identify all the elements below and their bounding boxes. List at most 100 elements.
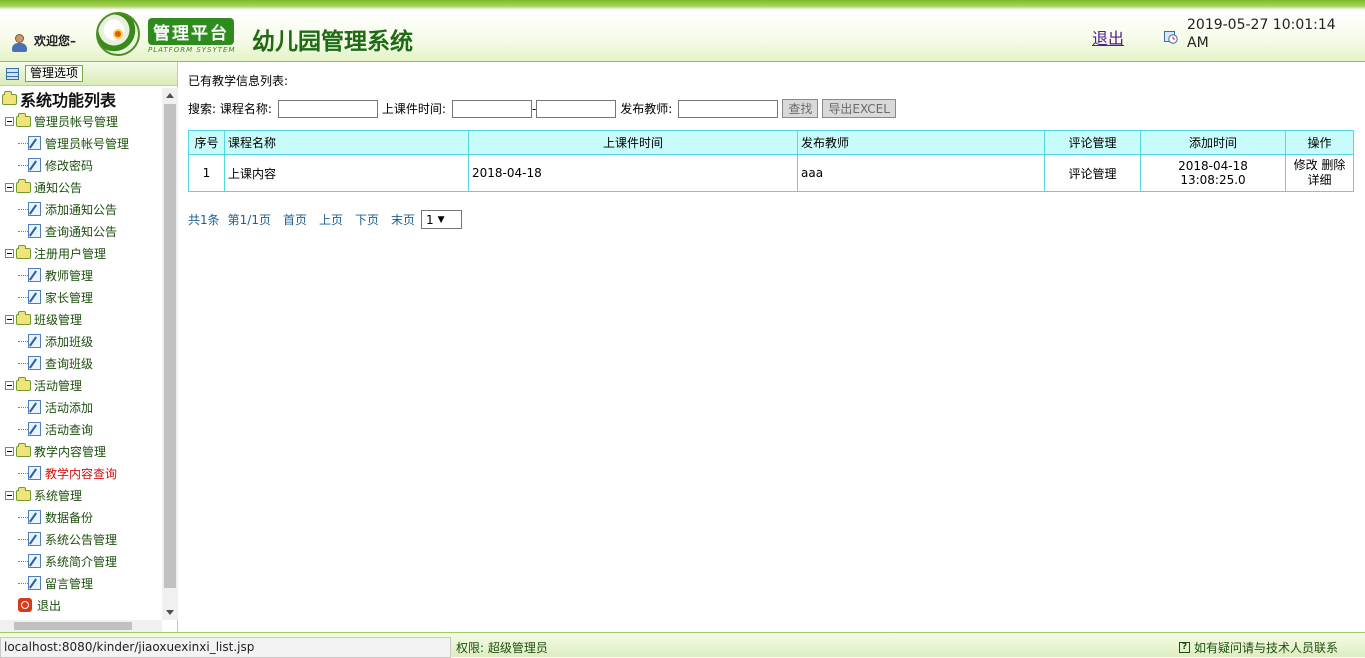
help-icon: ? [1179, 642, 1190, 653]
menu-item-label: 管理员帐号管理 [45, 136, 130, 151]
time-start-input[interactable] [451, 99, 532, 118]
sidebar-exit[interactable]: 退出 [0, 594, 162, 616]
group-admin-accounts[interactable]: 管理员帐号管理 [0, 110, 162, 132]
menu-item-query-class[interactable]: 查询班级 [0, 352, 162, 374]
edit-page-icon [28, 224, 41, 238]
dropdown-arrow-icon: ▼ [437, 214, 445, 225]
time-end-input[interactable] [536, 99, 617, 118]
group-teaching-content[interactable]: 教学内容管理 [0, 440, 162, 462]
group-label: 通知公告 [34, 180, 83, 195]
group-label: 班级管理 [34, 312, 83, 327]
menu-item-label: 活动添加 [45, 400, 94, 415]
scroll-thumb[interactable] [164, 104, 176, 588]
scroll-up-icon[interactable] [166, 93, 174, 98]
top-header: 欢迎您– 管理平台 PLATFORM SYSYTEM 幼儿园管理系统 退出 20… [0, 0, 1365, 62]
delete-link[interactable]: 删除 [1321, 158, 1345, 172]
menu-item-change-password[interactable]: 修改密码 [0, 154, 162, 176]
edit-link[interactable]: 修改 [1294, 158, 1318, 172]
column-header-course: 课程名称 [224, 130, 469, 155]
detail-link[interactable]: 详细 [1307, 173, 1331, 187]
current-datetime: 2019-05-27 10:01:14 AM [1187, 17, 1336, 51]
folder-icon [16, 244, 31, 259]
menu-item-label: 查询班级 [45, 356, 94, 371]
course-name-label: 搜索: 课程名称: [188, 102, 272, 116]
folder-icon [16, 178, 31, 193]
menu-item-teachers[interactable]: 教师管理 [0, 264, 162, 286]
folder-icon [16, 112, 31, 127]
pagination: 共1条 第1/1页 首页 上页 下页 末页 1 ▼ [188, 210, 462, 229]
edit-page-icon [28, 532, 41, 546]
page-select[interactable]: 1 ▼ [421, 210, 462, 229]
first-page-link[interactable]: 首页 [283, 211, 307, 228]
group-system[interactable]: 系统管理 [0, 484, 162, 506]
group-classes[interactable]: 班级管理 [0, 308, 162, 330]
menu-item-backup[interactable]: 数据备份 [0, 506, 162, 528]
column-header-no: 序号 [188, 130, 225, 155]
menu-item-system-notice[interactable]: 系统公告管理 [0, 528, 162, 550]
brand-logo: 管理平台 PLATFORM SYSYTEM [148, 18, 236, 54]
column-header-added: 添加时间 [1140, 130, 1286, 155]
menu-item-query-teaching-content[interactable]: 教学内容查询 [0, 462, 162, 484]
menu-item-add-class[interactable]: 添加班级 [0, 330, 162, 352]
collapse-icon[interactable] [5, 116, 14, 126]
folder-icon [16, 310, 31, 325]
menu-item-admin-accounts[interactable]: 管理员帐号管理 [0, 132, 162, 154]
menu-item-query-notice[interactable]: 查询通知公告 [0, 220, 162, 242]
cell-teacher: aaa [797, 154, 1045, 192]
help-text: 如有疑问请与技术人员联系 [1194, 641, 1339, 655]
comment-manage-link[interactable]: 评论管理 [1068, 167, 1116, 181]
welcome-text: 欢迎您– [34, 33, 77, 48]
group-label: 管理员帐号管理 [34, 114, 119, 129]
menu-item-label: 系统公告管理 [45, 532, 118, 547]
menu-item-query-activity[interactable]: 活动查询 [0, 418, 162, 440]
collapse-icon[interactable] [5, 490, 14, 500]
section-title: 已有教学信息列表: [188, 74, 289, 88]
collapse-icon[interactable] [5, 248, 14, 258]
sidebar-horizontal-scrollbar[interactable] [0, 620, 162, 632]
menu-item-label: 教师管理 [45, 268, 94, 283]
menu-item-add-notice[interactable]: 添加通知公告 [0, 198, 162, 220]
menu-item-label: 添加班级 [45, 334, 94, 349]
group-activities[interactable]: 活动管理 [0, 374, 162, 396]
menu-item-messages[interactable]: 留言管理 [0, 572, 162, 594]
find-button[interactable]: 查找 [782, 99, 819, 118]
group-label: 教学内容管理 [34, 444, 107, 459]
group-label: 注册用户管理 [34, 246, 107, 261]
scroll-down-icon[interactable] [166, 610, 174, 615]
grid-icon [6, 67, 19, 80]
collapse-icon[interactable] [5, 314, 14, 324]
collapse-icon[interactable] [5, 380, 14, 390]
group-registered-users[interactable]: 注册用户管理 [0, 242, 162, 264]
sidebar-vertical-scrollbar[interactable] [162, 88, 178, 620]
column-header-comment: 评论管理 [1044, 130, 1141, 155]
collapse-icon[interactable] [5, 182, 14, 192]
group-notices[interactable]: 通知公告 [0, 176, 162, 198]
menu-item-parents[interactable]: 家长管理 [0, 286, 162, 308]
edit-page-icon [28, 158, 41, 172]
menu-item-label: 添加通知公告 [45, 202, 118, 217]
prev-page-link[interactable]: 上页 [319, 211, 343, 228]
menu-item-label: 系统简介管理 [45, 554, 118, 569]
brand-name: 管理平台 [148, 18, 234, 45]
manage-options-button[interactable]: 管理选项 [25, 65, 84, 82]
edit-page-icon [28, 290, 41, 304]
clock-icon [1164, 31, 1178, 44]
page-indicator: 第1/1页 [227, 213, 271, 227]
teacher-input[interactable] [678, 99, 779, 118]
cell-course: 上课内容 [224, 154, 469, 192]
logout-link[interactable]: 退出 [1092, 25, 1124, 49]
last-page-link[interactable]: 末页 [391, 211, 415, 228]
scroll-thumb[interactable] [14, 622, 132, 630]
export-excel-button[interactable]: 导出EXCEL [822, 99, 896, 118]
cell-time: 2018-04-18 [468, 154, 798, 192]
menu-item-label: 查询通知公告 [45, 224, 118, 239]
browser-status-url: localhost:8080/kinder/jiaoxuexinxi_list.… [0, 637, 451, 658]
next-page-link[interactable]: 下页 [355, 211, 379, 228]
table-row: 1 上课内容 2018-04-18 aaa 评论管理 2018-04-18 13… [188, 154, 1354, 192]
collapse-icon[interactable] [5, 446, 14, 456]
course-name-input[interactable] [277, 99, 378, 118]
tree-root-label: 系统功能列表 [20, 91, 117, 110]
menu-item-add-activity[interactable]: 活动添加 [0, 396, 162, 418]
teacher-label: 发布教师: [620, 102, 673, 116]
menu-item-system-intro[interactable]: 系统简介管理 [0, 550, 162, 572]
